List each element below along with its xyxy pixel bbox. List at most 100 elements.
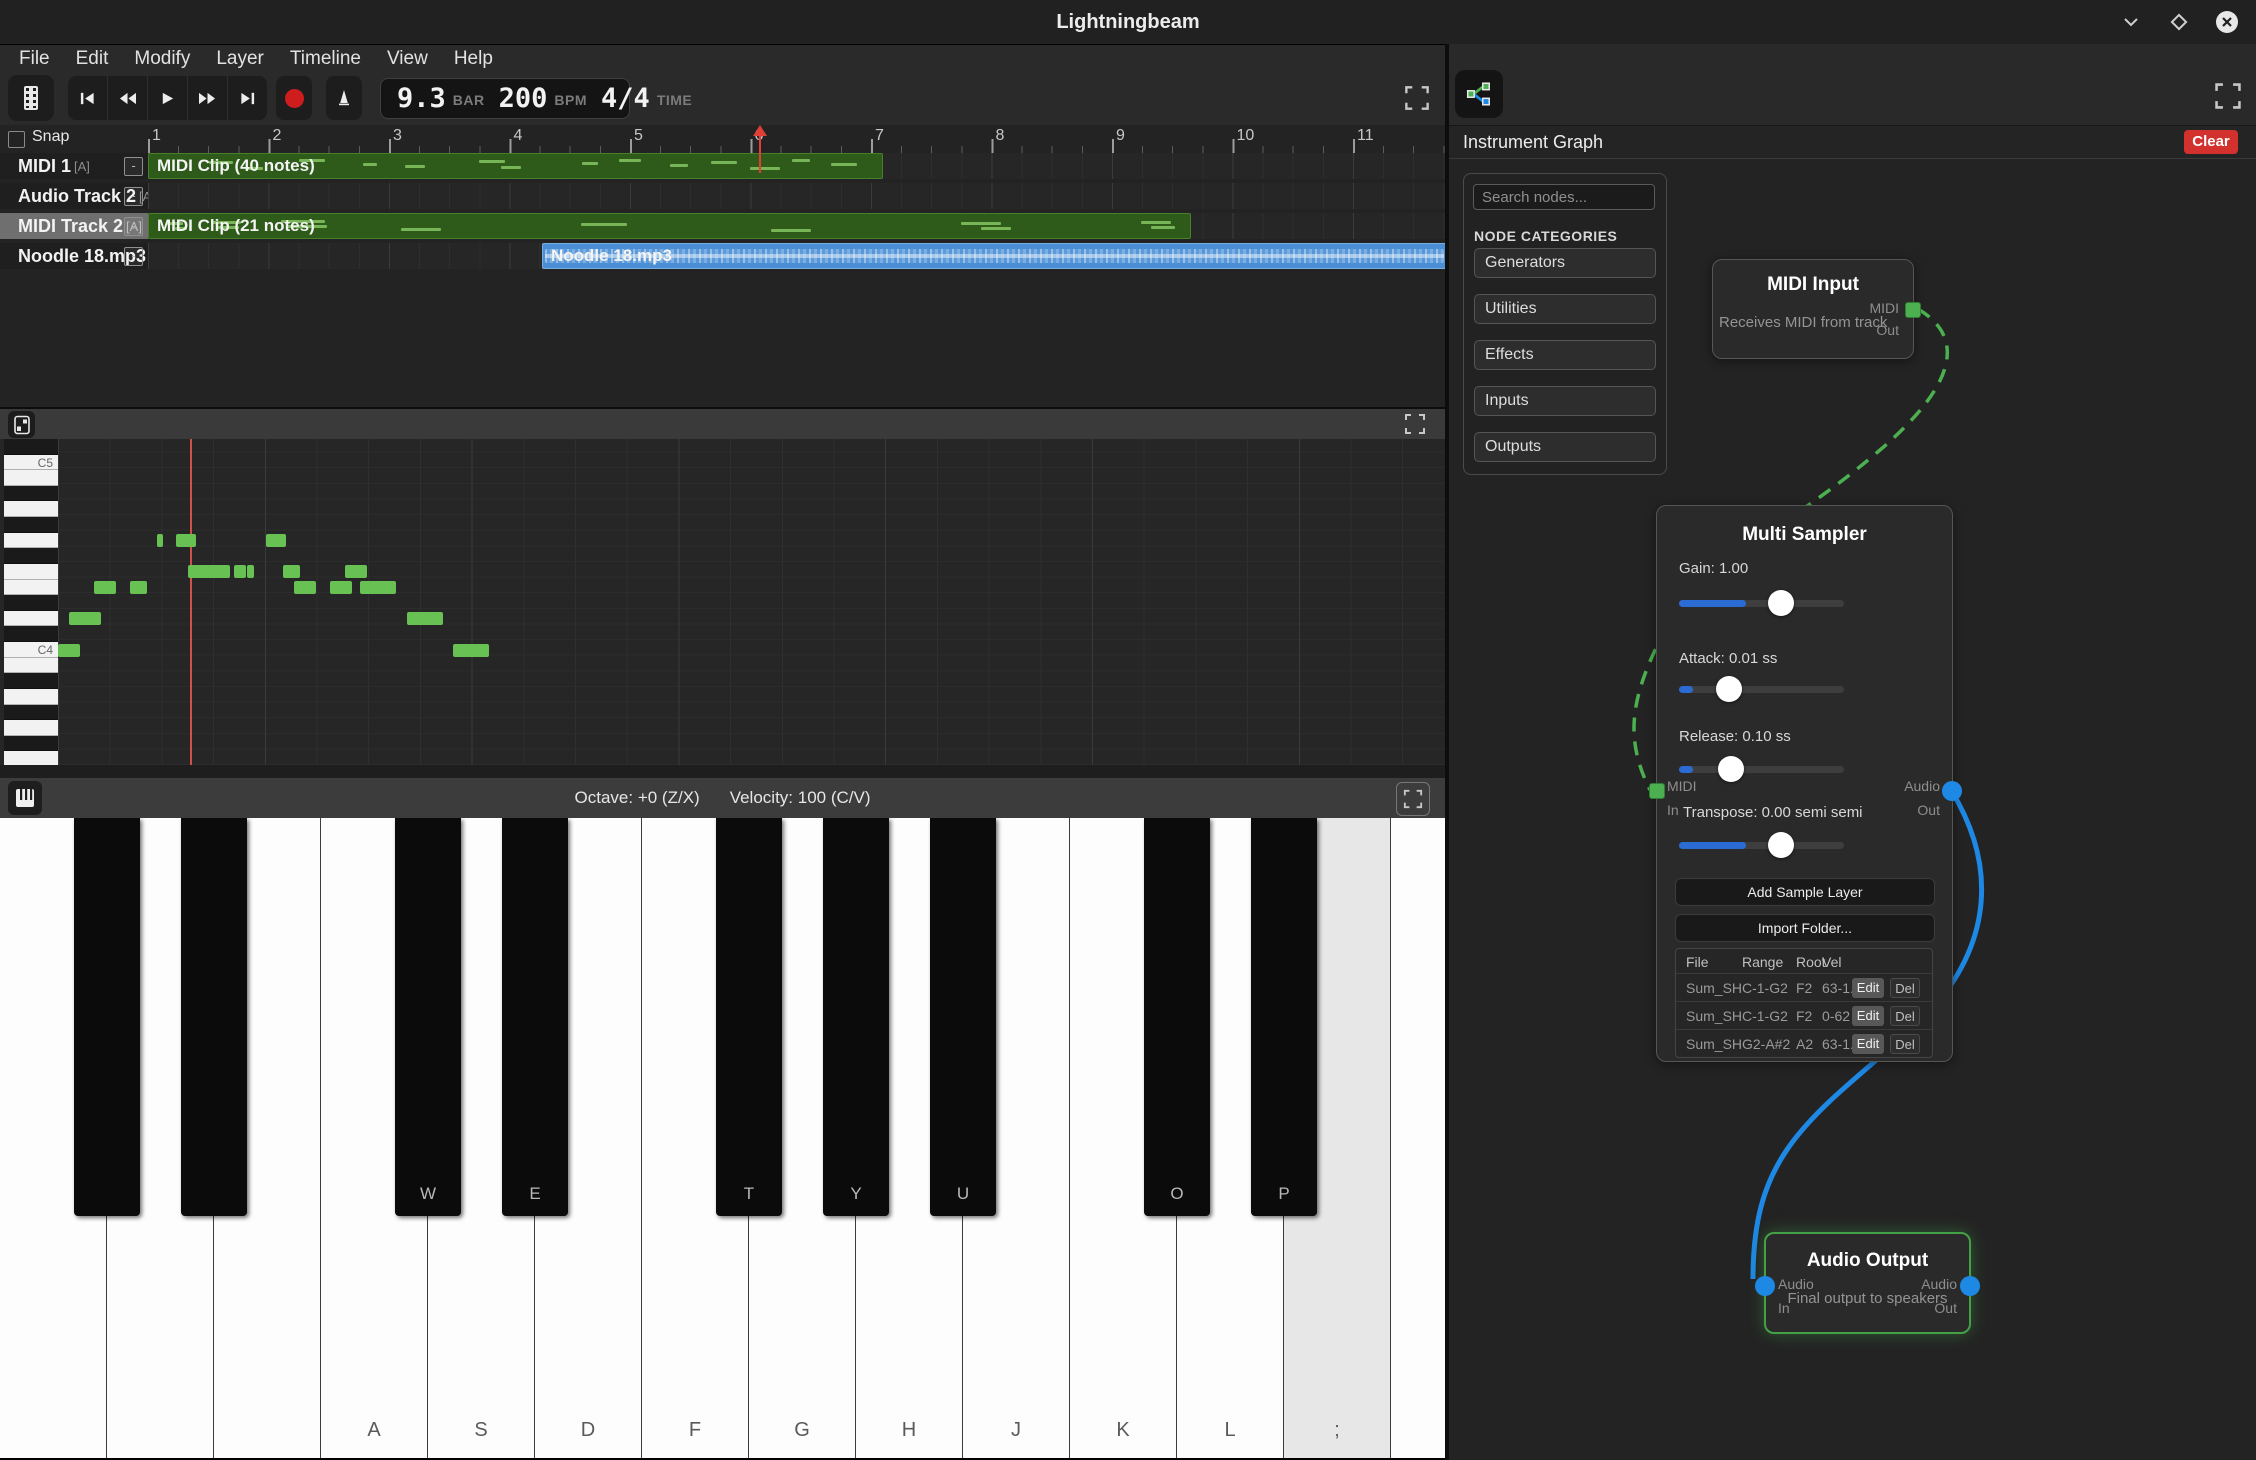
track-mute-button[interactable]: - xyxy=(124,157,143,176)
add-sample-layer-button[interactable]: Add Sample Layer xyxy=(1675,878,1935,906)
black-key-E[interactable]: E xyxy=(502,818,568,1216)
piano-roll-white-key[interactable]: C5 xyxy=(4,455,58,471)
midi-out-port[interactable] xyxy=(1905,302,1921,318)
track-header[interactable]: MIDI Track 2[A]- xyxy=(0,213,148,239)
black-key[interactable] xyxy=(181,818,247,1216)
menu-modify[interactable]: Modify xyxy=(121,48,203,70)
fast-forward-button[interactable] xyxy=(188,76,228,120)
audio-out-port[interactable] xyxy=(1942,781,1962,801)
black-key[interactable] xyxy=(74,818,140,1216)
keyboard-icon[interactable] xyxy=(8,781,42,815)
midi-note[interactable] xyxy=(157,534,163,547)
midi-note[interactable] xyxy=(266,534,286,547)
black-key-T[interactable]: T xyxy=(716,818,782,1216)
search-input[interactable] xyxy=(1473,184,1655,210)
piano-roll-black-key[interactable] xyxy=(4,595,58,611)
piano-roll-key-column[interactable]: C5 C4 xyxy=(4,439,58,765)
piano-roll-white-key[interactable] xyxy=(4,564,58,580)
film-icon[interactable] xyxy=(8,75,54,121)
track-header[interactable]: Audio Track 2[A]- xyxy=(0,183,148,209)
category-utilities[interactable]: Utilities xyxy=(1474,294,1656,324)
piano-roll-white-key[interactable] xyxy=(4,689,58,705)
white-key[interactable] xyxy=(1391,818,1445,1458)
piano-roll-black-key[interactable] xyxy=(4,673,58,689)
transpose-slider-thumb[interactable] xyxy=(1768,832,1794,858)
menu-timeline[interactable]: Timeline xyxy=(277,48,374,70)
piano-roll-black-key[interactable] xyxy=(4,548,58,564)
black-key-W[interactable]: W xyxy=(395,818,461,1216)
midi-note[interactable] xyxy=(58,644,80,657)
piano-roll-white-key[interactable] xyxy=(4,720,58,736)
del-button[interactable]: Del xyxy=(1890,1006,1920,1026)
track-header[interactable]: Noodle 18.mp3[A]- xyxy=(0,243,148,269)
midi-clip[interactable]: MIDI Clip (21 notes) xyxy=(148,213,1191,239)
release-slider-thumb[interactable] xyxy=(1718,756,1744,782)
node-graph-icon[interactable] xyxy=(1455,70,1503,118)
import-folder-button[interactable]: Import Folder... xyxy=(1675,914,1935,942)
midi-note[interactable] xyxy=(330,581,352,594)
close-icon[interactable] xyxy=(2214,9,2240,35)
piano-roll-grid[interactable] xyxy=(58,439,1445,765)
midi-note[interactable] xyxy=(176,534,196,547)
midi-note[interactable] xyxy=(283,565,300,578)
clear-button[interactable]: Clear xyxy=(2184,130,2238,154)
piano-roll-white-key[interactable]: C4 xyxy=(4,642,58,658)
piano-roll-black-key[interactable] xyxy=(4,486,58,502)
piano-roll-white-key[interactable] xyxy=(4,751,58,765)
maximize-diamond-icon[interactable] xyxy=(2166,9,2192,35)
del-button[interactable]: Del xyxy=(1890,1034,1920,1054)
piano-roll-white-key[interactable] xyxy=(4,501,58,517)
piano-roll-black-key[interactable] xyxy=(4,736,58,752)
piano-roll-playhead[interactable] xyxy=(190,439,192,765)
midi-note[interactable] xyxy=(294,581,316,594)
attack-slider[interactable] xyxy=(1679,676,1844,702)
skip-to-start-button[interactable] xyxy=(68,76,108,120)
edit-button[interactable]: Edit xyxy=(1852,1006,1884,1026)
keyboard-fullscreen-icon[interactable] xyxy=(1396,782,1430,816)
track-lane[interactable]: MIDI Clip (21 notes) xyxy=(148,213,1445,239)
edit-button[interactable]: Edit xyxy=(1852,1034,1884,1054)
midi-clip[interactable]: MIDI Clip (40 notes) xyxy=(148,153,883,179)
gain-slider[interactable] xyxy=(1679,590,1844,616)
minimize-chevron-icon[interactable] xyxy=(2118,9,2144,35)
piano-roll-panel-icon[interactable] xyxy=(8,411,35,438)
category-inputs[interactable]: Inputs xyxy=(1474,386,1656,416)
piano-roll-black-key[interactable] xyxy=(4,705,58,721)
category-outputs[interactable]: Outputs xyxy=(1474,432,1656,462)
midi-note[interactable] xyxy=(247,565,254,578)
gain-slider-thumb[interactable] xyxy=(1768,590,1794,616)
menu-edit[interactable]: Edit xyxy=(63,48,122,70)
track-header[interactable]: MIDI 1[A]- xyxy=(0,153,148,179)
midi-note[interactable] xyxy=(130,581,147,594)
node-multi-sampler[interactable]: Multi Sampler Gain: 1.00 Attack: 0.01 ss… xyxy=(1656,505,1953,1062)
menu-file[interactable]: File xyxy=(6,48,63,70)
piano-roll-black-key[interactable] xyxy=(4,517,58,533)
graph-fullscreen-icon[interactable] xyxy=(2214,82,2242,115)
timeline-ruler[interactable]: Snap 1234567891011 xyxy=(0,125,1445,153)
midi-note[interactable] xyxy=(94,581,116,594)
timeline-fullscreen-icon[interactable] xyxy=(1404,85,1430,116)
attack-slider-thumb[interactable] xyxy=(1716,676,1742,702)
midi-note[interactable] xyxy=(234,565,246,578)
track-lane[interactable] xyxy=(148,183,1445,209)
audio-in-port[interactable] xyxy=(1755,1276,1775,1296)
timeline-empty-area[interactable] xyxy=(0,273,1445,407)
midi-note[interactable] xyxy=(453,644,489,657)
edit-button[interactable]: Edit xyxy=(1852,978,1884,998)
category-effects[interactable]: Effects xyxy=(1474,340,1656,370)
menu-help[interactable]: Help xyxy=(441,48,506,70)
transpose-slider[interactable] xyxy=(1679,832,1844,858)
menu-layer[interactable]: Layer xyxy=(203,48,277,70)
skip-to-end-button[interactable] xyxy=(228,76,267,120)
midi-note[interactable] xyxy=(69,612,101,625)
menu-view[interactable]: View xyxy=(374,48,441,70)
del-button[interactable]: Del xyxy=(1890,978,1920,998)
midi-note[interactable] xyxy=(407,612,443,625)
node-midi-input[interactable]: MIDI Input Receives MIDI from track MIDI… xyxy=(1712,259,1914,359)
midi-note[interactable] xyxy=(188,565,230,578)
rewind-button[interactable] xyxy=(108,76,148,120)
midi-note[interactable] xyxy=(345,565,367,578)
midi-note[interactable] xyxy=(360,581,396,594)
category-generators[interactable]: Generators xyxy=(1474,248,1656,278)
piano-roll-fullscreen-icon[interactable] xyxy=(1404,413,1426,440)
